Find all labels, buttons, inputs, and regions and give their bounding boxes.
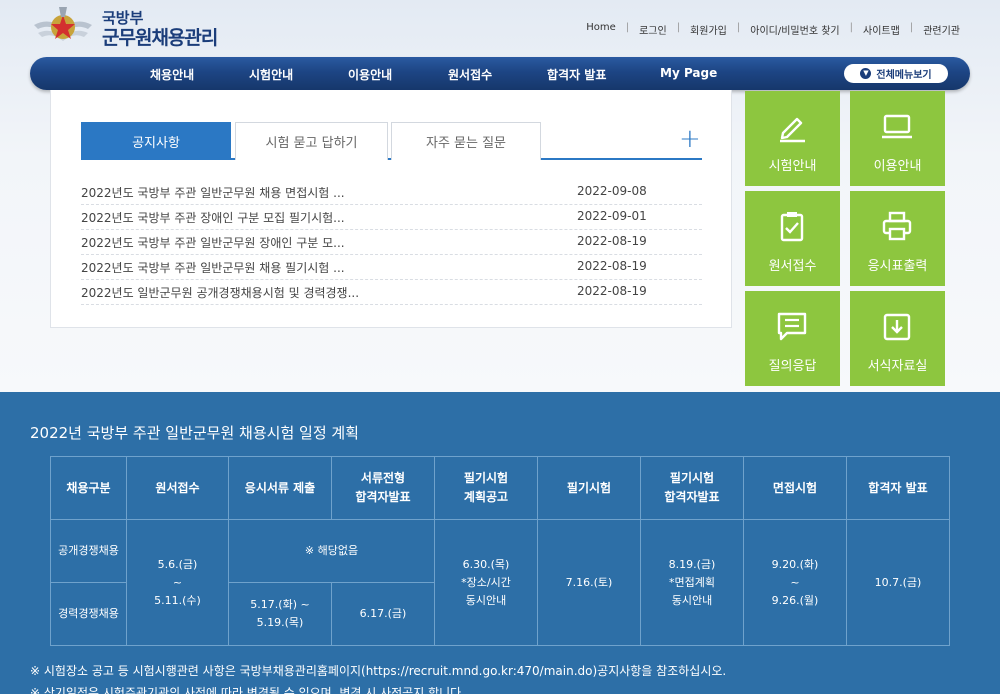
written-exam-cell: 7.16.(토) — [537, 519, 641, 646]
tile-label: 서식자료실 — [867, 359, 928, 374]
monitor-icon — [882, 114, 912, 139]
tile-label: 이용안내 — [873, 159, 922, 174]
schedule-title: 2022년 국방부 주관 일반군무원 채용시험 일정 계획 — [30, 424, 359, 442]
list-item[interactable]: 2022년도 국방부 주관 장애인 구분 모집 필기시험... 2022-09-… — [81, 205, 702, 230]
docs-submit-cell: 5.17.(화) ~ 5.19.(목) — [228, 582, 332, 646]
list-item[interactable]: 2022년도 일반군무원 공개경쟁채용시험 및 경력경쟁... 2022-08-… — [81, 280, 702, 305]
divider: | — [909, 22, 914, 33]
divider: | — [736, 22, 741, 33]
header-cell: 채용구분 — [50, 456, 127, 520]
nav-usage-info[interactable]: 이용안내 — [348, 66, 392, 83]
written-plan-cell: 6.30.(목) *장소/시간 동시안내 — [434, 519, 538, 646]
header-cell: 필기시험 계획공고 — [434, 456, 538, 520]
notice-list: 2022년도 국방부 주관 일반군무원 채용 면접시험 ... 2022-09-… — [81, 180, 702, 305]
util-signup-link[interactable]: 회원가입 — [690, 22, 727, 37]
schedule-table: 채용구분 원서접수 응시서류 제출 서류전형 합격자발표 필기시험 계획공고 필… — [50, 456, 950, 646]
more-plus-icon[interactable]: + — [679, 126, 701, 152]
util-sitemap-link[interactable]: 사이트맵 — [863, 22, 900, 37]
written-result-cell: 8.19.(금) *면접계획 동시안내 — [640, 519, 744, 646]
download-box-icon — [883, 313, 911, 341]
tile-label: 원서접수 — [768, 259, 817, 274]
header-cell: 합격자 발표 — [846, 456, 950, 520]
site-logo[interactable]: 국방부 군무원채용관리 — [32, 2, 242, 56]
ministry-emblem-icon — [34, 7, 92, 41]
header-cell: 면접시험 — [743, 456, 847, 520]
header-cell: 원서접수 — [126, 456, 229, 520]
util-related-link[interactable]: 관련기관 — [923, 22, 960, 37]
logo-subtitle: 국방부 — [102, 8, 144, 27]
tab-faq[interactable]: 자주 묻는 질문 — [391, 122, 541, 160]
footnote: ※ 상기일정은 시험주관기관의 사정에 따라 변경될 수 있으며, 변경 시 사… — [30, 686, 466, 694]
row-label-career: 경력경쟁채용 — [50, 582, 127, 646]
tile-usage-info[interactable]: 이용안내 — [850, 91, 945, 186]
tile-application[interactable]: 원서접수 — [745, 191, 840, 286]
all-menu-button[interactable]: ▼ 전체메뉴보기 — [844, 64, 948, 83]
logo-title: 군무원채용관리 — [102, 26, 218, 49]
notice-title: 2022년도 국방부 주관 장애인 구분 모집 필기시험... — [81, 211, 345, 225]
chevron-down-icon: ▼ — [860, 68, 872, 79]
nav-results[interactable]: 합격자 발표 — [547, 66, 606, 83]
notice-panel: 공지사항 시험 묻고 답하기 자주 묻는 질문 + 2022년도 국방부 주관 … — [50, 90, 732, 328]
chat-icon — [777, 312, 807, 341]
util-home-link[interactable]: Home — [586, 22, 616, 37]
footnote: ※ 시험장소 공고 등 시험시행관련 사항은 국방부채용관리홈페이지(https… — [30, 664, 727, 678]
nav-application[interactable]: 원서접수 — [448, 66, 492, 83]
tile-label: 응시표출력 — [867, 259, 928, 274]
pencil-icon — [780, 117, 805, 143]
clipboard-check-icon — [780, 212, 804, 242]
divider: | — [849, 22, 853, 33]
tile-forms[interactable]: 서식자료실 — [850, 291, 945, 386]
all-menu-label: 전체메뉴보기 — [876, 70, 932, 81]
header-cell: 필기시험 — [537, 456, 641, 520]
util-login-link[interactable]: 로그인 — [639, 22, 667, 37]
util-find-account-link[interactable]: 아이디/비밀번호 찾기 — [750, 22, 839, 37]
notice-date: 2022-09-08 — [577, 184, 647, 198]
not-applicable-cell: ※ 해당없음 — [228, 519, 435, 583]
list-item[interactable]: 2022년도 국방부 주관 일반군무원 채용 필기시험 ... 2022-08-… — [81, 255, 702, 280]
tab-exam-qna[interactable]: 시험 묻고 답하기 — [235, 122, 388, 160]
table-row: 공개경쟁채용 5.6.(금) ~ 5.11.(수) ※ 해당없음 6.30.(목… — [50, 519, 950, 646]
header-cell: 서류전형 합격자발표 — [331, 456, 435, 520]
tab-notice[interactable]: 공지사항 — [81, 122, 231, 160]
notice-date: 2022-08-19 — [577, 284, 647, 298]
notice-date: 2022-08-19 — [577, 234, 647, 248]
doc-result-cell: 6.17.(금) — [331, 582, 435, 646]
nav-mypage[interactable]: My Page — [660, 66, 717, 80]
notice-date: 2022-08-19 — [577, 259, 647, 273]
notice-title: 2022년도 국방부 주관 일반군무원 채용 면접시험 ... — [81, 186, 345, 200]
nav-recruit-info[interactable]: 채용안내 — [150, 66, 194, 83]
utility-nav: Home | 로그인 | 회원가입 | 아이디/비밀번호 찾기 | 사이트맵 | 관련기관 — [586, 22, 960, 37]
tile-label: 시험안내 — [768, 159, 817, 174]
notice-title: 2022년도 일반군무원 공개경쟁채용시험 및 경력경쟁... — [81, 286, 360, 300]
table-header-row: 채용구분 원서접수 응시서류 제출 서류전형 합격자발표 필기시험 계획공고 필… — [50, 456, 950, 520]
apply-period-cell: 5.6.(금) ~ 5.11.(수) — [126, 519, 229, 646]
tile-print-ticket[interactable]: 응시표출력 — [850, 191, 945, 286]
schedule-section: 2022년 국방부 주관 일반군무원 채용시험 일정 계획 채용구분 원서접수 … — [0, 392, 1000, 694]
nav-exam-info[interactable]: 시험안내 — [249, 66, 293, 83]
header-cell: 필기시험 합격자발표 — [640, 456, 744, 520]
notice-title: 2022년도 국방부 주관 일반군무원 채용 필기시험 ... — [81, 261, 345, 275]
notice-date: 2022-09-01 — [577, 209, 647, 223]
divider: | — [625, 22, 630, 33]
main-nav: 채용안내 시험안내 이용안내 원서접수 합격자 발표 My Page ▼ 전체메… — [30, 57, 970, 90]
interview-cell: 9.20.(화) ~ 9.26.(월) — [743, 519, 847, 646]
notice-tabs: 공지사항 시험 묻고 답하기 자주 묻는 질문 — [81, 122, 702, 160]
list-item[interactable]: 2022년도 국방부 주관 일반군무원 장애인 구분 모... 2022-08-… — [81, 230, 702, 255]
tile-qna[interactable]: 질의응답 — [745, 291, 840, 386]
header-cell: 응시서류 제출 — [228, 456, 332, 520]
final-result-cell: 10.7.(금) — [846, 519, 950, 646]
tile-label: 질의응답 — [768, 359, 817, 374]
notice-title: 2022년도 국방부 주관 일반군무원 장애인 구분 모... — [81, 236, 345, 250]
list-item[interactable]: 2022년도 국방부 주관 일반군무원 채용 면접시험 ... 2022-09-… — [81, 180, 702, 205]
printer-icon — [882, 211, 912, 241]
tile-exam-info[interactable]: 시험안내 — [745, 91, 840, 186]
divider: | — [676, 22, 681, 33]
row-label-open: 공개경쟁채용 — [50, 519, 127, 583]
